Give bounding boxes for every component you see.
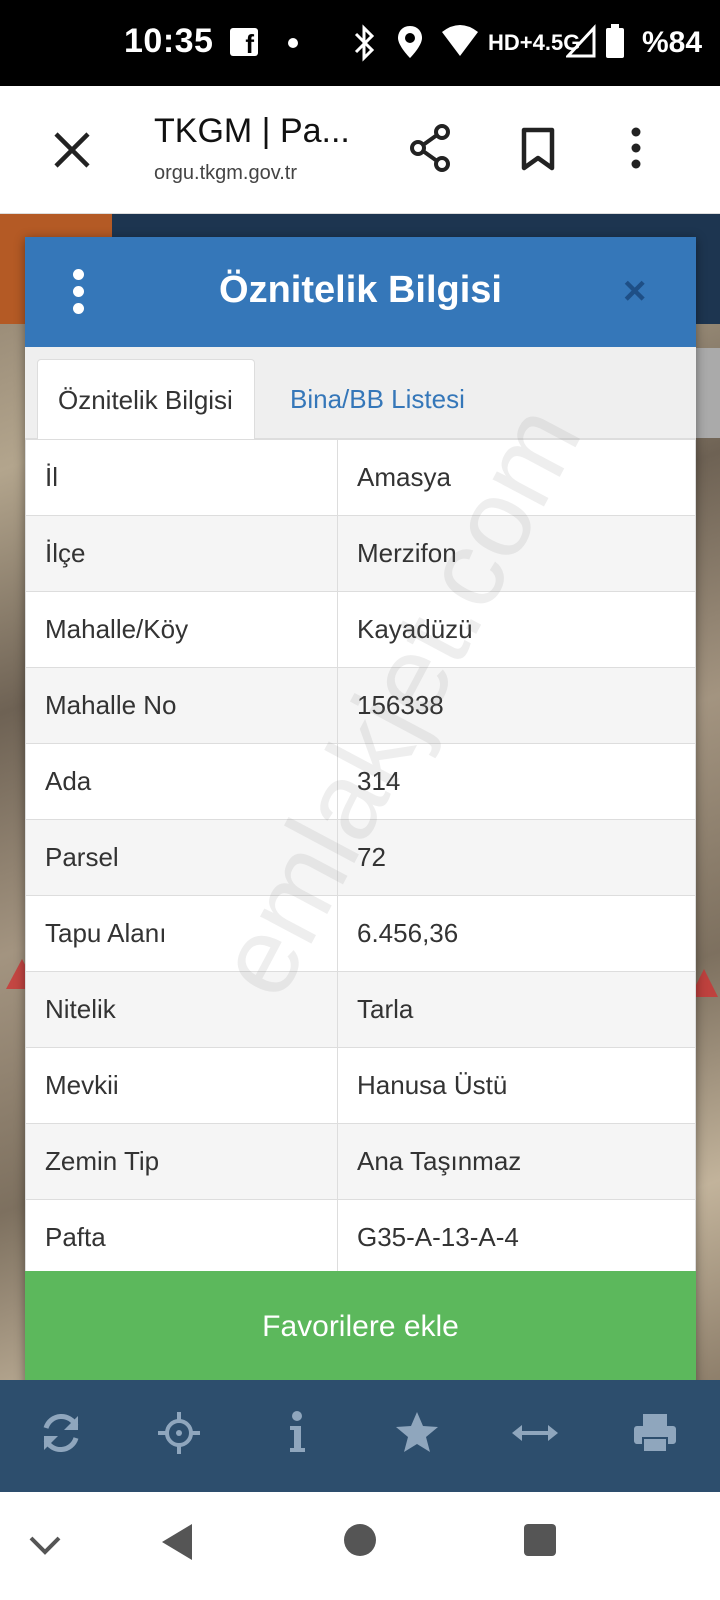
row-value: Amasya bbox=[337, 439, 696, 516]
row-value: Kayadüzü bbox=[337, 591, 696, 668]
row-key: Parsel bbox=[25, 819, 338, 896]
tab-building-list[interactable]: Bina/BB Listesi bbox=[270, 359, 485, 440]
locate-icon[interactable] bbox=[154, 1408, 204, 1458]
row-key: Tapu Alanı bbox=[25, 895, 338, 972]
dialog-tabs: Öznitelik Bilgisi Bina/BB Listesi bbox=[25, 347, 696, 440]
row-value: 156338 bbox=[337, 667, 696, 744]
bookmark-icon[interactable] bbox=[520, 126, 556, 172]
battery-icon bbox=[606, 24, 624, 58]
home-icon[interactable] bbox=[342, 1522, 378, 1558]
measure-icon[interactable] bbox=[510, 1408, 560, 1458]
table-row: Nitelik Tarla bbox=[25, 971, 696, 1048]
system-nav-bar bbox=[0, 1492, 720, 1600]
table-row: Mahalle No 156338 bbox=[25, 667, 696, 744]
wifi-icon bbox=[442, 25, 478, 56]
refresh-icon[interactable] bbox=[36, 1408, 86, 1458]
print-icon[interactable] bbox=[630, 1408, 680, 1458]
table-row: Ada 314 bbox=[25, 743, 696, 820]
table-row: Parsel 72 bbox=[25, 819, 696, 896]
dialog-header: Öznitelik Bilgisi × bbox=[25, 237, 696, 347]
row-value: G35-A-13-A-4 bbox=[337, 1199, 696, 1276]
map-scroll-handle[interactable] bbox=[696, 348, 720, 438]
attribute-dialog: Öznitelik Bilgisi × Öznitelik Bilgisi Bi… bbox=[25, 237, 696, 1400]
more-options-icon[interactable] bbox=[626, 126, 646, 172]
dialog-close-icon[interactable]: × bbox=[623, 271, 646, 311]
row-value: 314 bbox=[337, 743, 696, 820]
browser-toolbar: TKGM | Pa... orgu.tkgm.gov.tr bbox=[0, 86, 720, 214]
row-value: 72 bbox=[337, 819, 696, 896]
table-row: Mahalle/Köy Kayadüzü bbox=[25, 591, 696, 668]
signal-icon bbox=[566, 24, 596, 58]
recents-icon[interactable] bbox=[522, 1522, 558, 1558]
row-key: Nitelik bbox=[25, 971, 338, 1048]
row-value: Merzifon bbox=[337, 515, 696, 592]
page-url: orgu.tkgm.gov.tr bbox=[154, 162, 298, 184]
facebook-icon: f bbox=[230, 28, 258, 59]
row-key: Mahalle/Köy bbox=[25, 591, 338, 668]
back-icon[interactable] bbox=[160, 1522, 194, 1562]
row-value: 6.456,36 bbox=[337, 895, 696, 972]
tab-attribute-info[interactable]: Öznitelik Bilgisi bbox=[37, 359, 255, 440]
row-value: Ana Taşınmaz bbox=[337, 1123, 696, 1200]
status-bar: 10:35 f HD+4.5G %84 bbox=[0, 0, 720, 86]
table-row: Tapu Alanı 6.456,36 bbox=[25, 895, 696, 972]
close-icon[interactable] bbox=[48, 126, 96, 174]
row-key: Ada bbox=[25, 743, 338, 820]
location-icon bbox=[398, 26, 422, 58]
dialog-title: Öznitelik Bilgisi bbox=[219, 269, 502, 311]
table-row: Pafta G35-A-13-A-4 bbox=[25, 1199, 696, 1276]
share-icon[interactable] bbox=[408, 124, 452, 172]
add-favorite-button[interactable]: Favorilere ekle bbox=[25, 1271, 696, 1383]
row-value: Tarla bbox=[337, 971, 696, 1048]
table-row: Zemin Tip Ana Taşınmaz bbox=[25, 1123, 696, 1200]
table-row: İl Amasya bbox=[25, 439, 696, 516]
battery-percent: %84 bbox=[642, 26, 703, 59]
row-key: Mahalle No bbox=[25, 667, 338, 744]
row-key: İlçe bbox=[25, 515, 338, 592]
map-toolbar bbox=[0, 1380, 720, 1492]
row-value: Hanusa Üstü bbox=[337, 1047, 696, 1124]
row-key: Pafta bbox=[25, 1199, 338, 1276]
info-icon[interactable] bbox=[272, 1408, 322, 1458]
table-row: Mevkii Hanusa Üstü bbox=[25, 1047, 696, 1124]
table-row: İlçe Merzifon bbox=[25, 515, 696, 592]
favorite-star-icon[interactable] bbox=[392, 1408, 442, 1458]
status-time: 10:35 bbox=[124, 22, 214, 60]
page-title: TKGM | Pa... bbox=[154, 112, 350, 150]
row-key: İl bbox=[25, 439, 338, 516]
attribute-table: İl Amasya İlçe Merzifon Mahalle/Köy Kaya… bbox=[25, 439, 696, 1276]
row-key: Zemin Tip bbox=[25, 1123, 338, 1200]
bluetooth-icon bbox=[354, 24, 375, 62]
row-key: Mevkii bbox=[25, 1047, 338, 1124]
chevron-down-icon[interactable] bbox=[28, 1534, 62, 1556]
dot-icon bbox=[288, 38, 298, 48]
